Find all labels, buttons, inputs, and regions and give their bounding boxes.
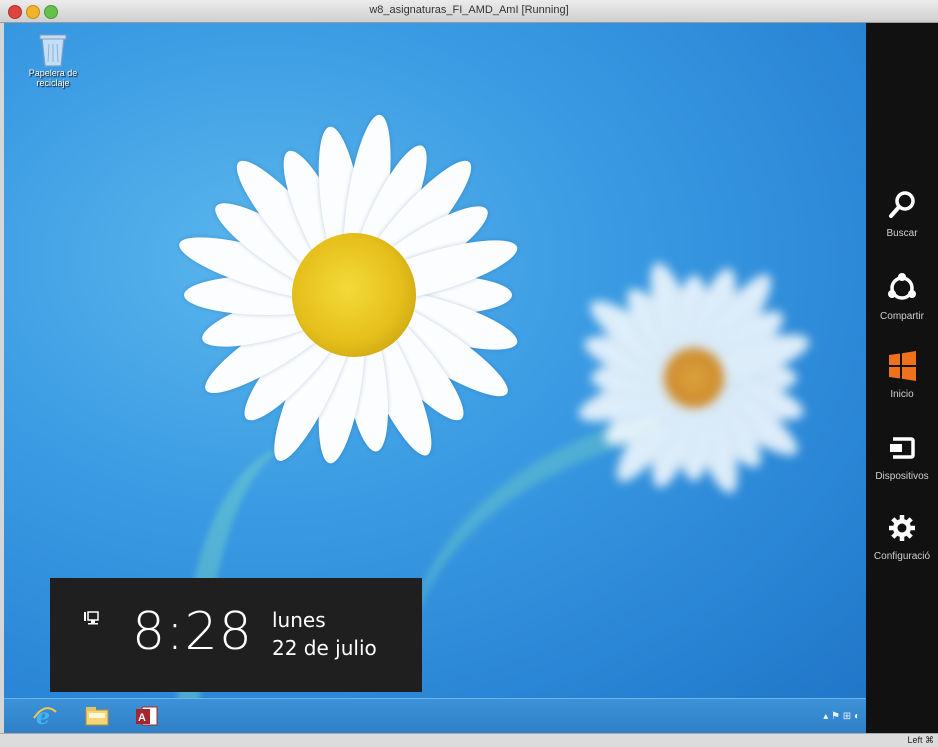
svg-text:A: A [138, 712, 146, 724]
desktop-icon-recycle-bin[interactable]: Papelera de reciclaje [18, 30, 88, 88]
charm-devices[interactable]: Dispositivos [866, 431, 938, 482]
clock-day: lunes [272, 608, 326, 632]
clock-date: 22 de julio [272, 636, 377, 660]
taskbar: e A ▴ ⚑ ⊞ ◐ [4, 698, 866, 734]
host-key-label: Left ⌘ [907, 735, 934, 745]
recycle-bin-label-2: reciclaje [36, 78, 70, 88]
charm-start-label: Inicio [890, 389, 914, 400]
search-icon [889, 191, 915, 218]
window-titlebar[interactable]: w8_asignaturas_FI_AMD_AmI [Running] [0, 0, 938, 23]
devices-icon [890, 437, 915, 459]
access-icon: A [136, 706, 158, 726]
charm-search-label: Buscar [886, 228, 918, 239]
taskbar-access[interactable]: A [134, 704, 160, 728]
desktop[interactable]: Papelera de reciclaje 8:28 lunes 22 de j… [4, 23, 866, 698]
gear-icon [889, 515, 915, 541]
ie-icon: e [33, 704, 57, 730]
charms-bar: Buscar Compartir Inicio Dispositivos Con… [866, 23, 938, 733]
charm-share-label: Compartir [880, 311, 924, 322]
taskbar-ie[interactable]: e [32, 704, 58, 730]
lock-clock-panel: 8:28 lunes 22 de julio [50, 578, 422, 692]
vm-status-bar: Left ⌘ [0, 733, 938, 747]
window-title: w8_asignaturas_FI_AMD_AmI [Running] [369, 4, 569, 16]
charm-settings[interactable]: Configuració [866, 511, 938, 562]
charm-settings-label: Configuració [873, 551, 931, 562]
windows-logo-icon [889, 351, 916, 381]
network-icon [84, 611, 99, 625]
daisy-center [292, 233, 416, 357]
charm-devices-label: Dispositivos [875, 471, 929, 482]
folder-icon [85, 707, 109, 726]
charm-start[interactable]: Inicio [866, 349, 938, 400]
daisy-center [664, 348, 724, 408]
taskbar-explorer[interactable] [84, 704, 110, 728]
recycle-bin-icon [39, 34, 67, 67]
clock-time: 8:28 [132, 602, 253, 662]
share-icon [888, 273, 916, 300]
charm-search[interactable]: Buscar [866, 188, 938, 239]
system-tray[interactable]: ▴ ⚑ ⊞ ◐ [823, 711, 860, 722]
charm-share[interactable]: Compartir [866, 271, 938, 322]
recycle-bin-label-1: Papelera de [28, 68, 78, 78]
